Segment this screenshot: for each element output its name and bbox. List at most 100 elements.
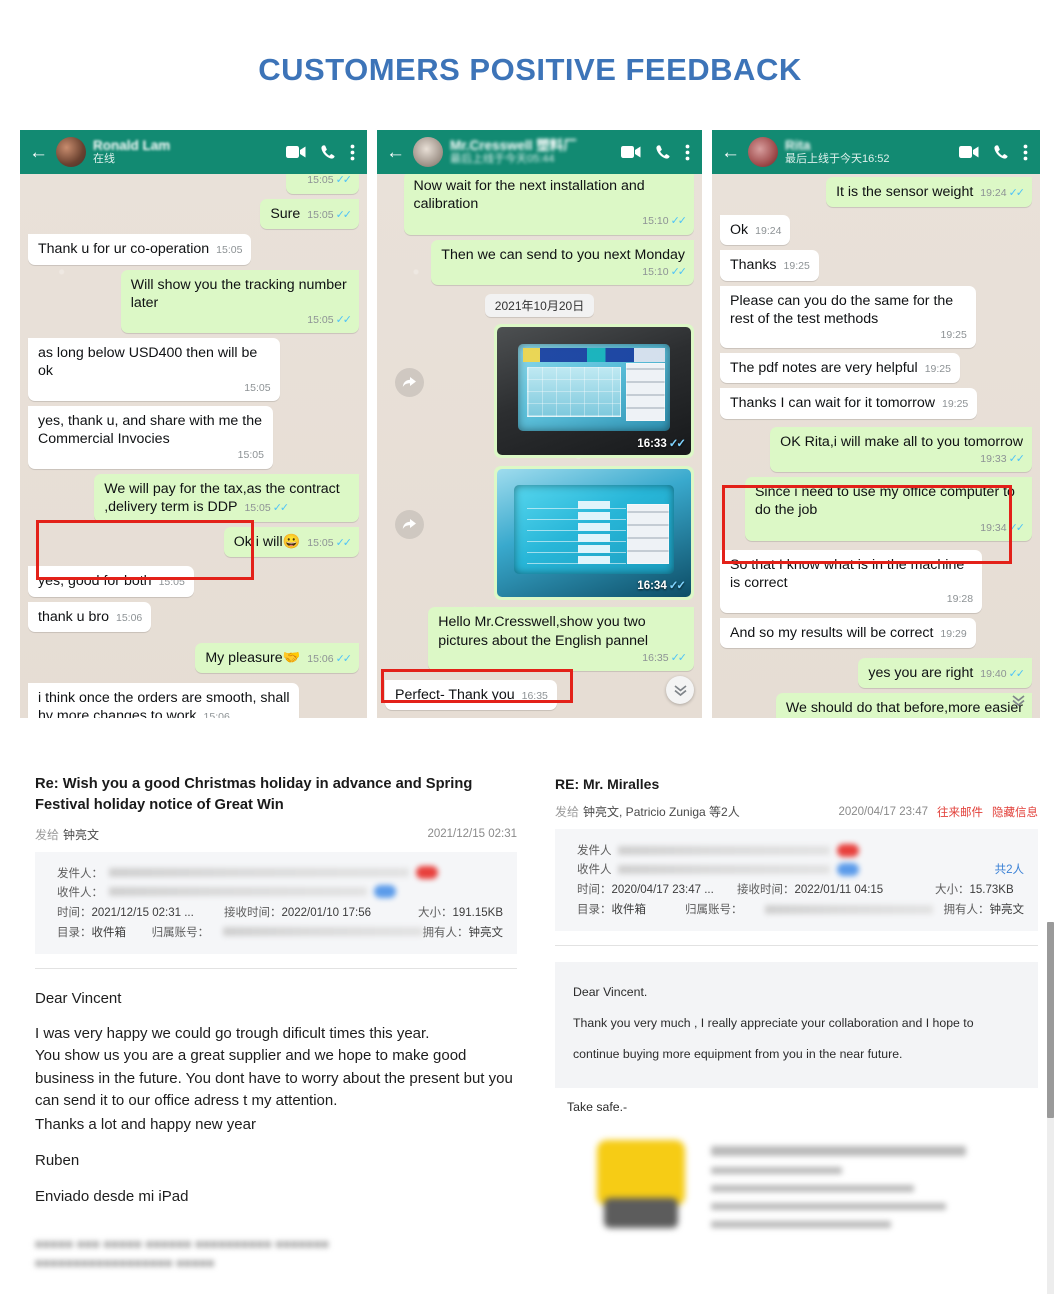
chat-bubble[interactable]: My pleasure🤝 15:06 ✓✓: [195, 642, 359, 673]
email-to-line: 发给 钟亮文, Patricio Zuniga 等2人 2020/04/17 23…: [555, 803, 1038, 820]
message-meta: 19:24: [755, 225, 782, 238]
image-message-bubble[interactable]: 16:33 ✓✓: [494, 324, 694, 459]
message-text: We will pay for the tax,as the contract …: [104, 480, 340, 516]
chat-bubble[interactable]: Perfect- Thank you 16:35: [385, 680, 557, 711]
chat-bubble[interactable]: thank u bro 15:06: [28, 601, 152, 632]
back-arrow-icon[interactable]: ←: [29, 143, 48, 162]
hide-info-link[interactable]: 隐藏信息: [992, 804, 1038, 820]
meta-label-owner: 拥有人：: [422, 926, 469, 939]
redacted-sender-address: [617, 845, 830, 855]
message-text: Thanks I can wait for it tomorrow: [730, 395, 935, 412]
recipients-count-link[interactable]: 共2人: [995, 861, 1024, 877]
chat-bubble[interactable]: Sure 15:05 ✓✓: [260, 199, 359, 230]
meta-value-time: 2021/12/15 02:31 ...: [91, 906, 194, 919]
image-message-bubble[interactable]: 16:34 ✓✓: [494, 466, 694, 601]
message-meta: 16:35 ✓✓: [642, 651, 687, 664]
email-to-line: 发给 钟亮文 2021/12/15 02:31: [35, 826, 517, 843]
chat-bubble[interactable]: It is the sensor weight 19:24 ✓✓: [826, 177, 1032, 208]
message-meta: 19:25: [942, 398, 969, 411]
redacted-recipient-address: [109, 887, 367, 897]
message-row: Thanks 19:25: [720, 250, 1032, 281]
chat-bubble[interactable]: yes you are right 19:40 ✓✓: [858, 657, 1032, 689]
overflow-menu-icon[interactable]: [1023, 144, 1028, 161]
chat-bubble[interactable]: OK Rita,i will make all to you tomorrow 1…: [770, 426, 1032, 473]
phone-call-icon[interactable]: [320, 144, 336, 160]
email-paragraph: Thank you very much , I really appreciat…: [573, 1016, 974, 1061]
chat-bubble[interactable]: 15:05 ✓✓: [286, 174, 359, 195]
message-row: Sure 15:05 ✓✓: [28, 199, 359, 230]
avatar[interactable]: [56, 137, 86, 167]
chat-message-list[interactable]: 15:05 ✓✓ Sure 15:05 ✓✓ Thank u for ur co-op…: [20, 174, 367, 718]
chat-bubble[interactable]: The pdf notes are very helpful 19:25: [720, 353, 960, 384]
back-arrow-icon[interactable]: ←: [386, 143, 405, 162]
phone-call-icon[interactable]: [655, 144, 671, 160]
email-panel-mr-miralles: RE: Mr. Miralles 发给 钟亮文, Patricio Zuniga …: [545, 762, 1060, 1300]
hmi-panel-photo[interactable]: 16:34 ✓✓: [497, 469, 691, 598]
redacted-sender-address: [109, 868, 409, 878]
hmi-panel-photo[interactable]: 16:33 ✓✓: [497, 327, 691, 456]
message-meta: 16:35: [521, 690, 548, 703]
avatar[interactable]: [748, 137, 778, 167]
overflow-menu-icon[interactable]: [350, 144, 355, 161]
chat-bubble[interactable]: i think once the orders are smooth, shal…: [28, 682, 300, 718]
chat-bubble[interactable]: And so my results will be correct 19:29: [720, 617, 976, 648]
divider: [35, 967, 517, 969]
chat-message-list[interactable]: It is the sensor weight 19:24 ✓✓ Ok 19:24 T…: [712, 174, 1040, 718]
thread-link[interactable]: 往来邮件: [937, 804, 983, 820]
meta-row-from: 发件人: [577, 842, 1024, 858]
chat-bubble[interactable]: yes, thank u, and share with me the Comm…: [28, 406, 273, 469]
overflow-menu-icon[interactable]: [685, 144, 690, 161]
chat-bubble[interactable]: Ok 19:24: [720, 215, 791, 246]
video-call-icon[interactable]: [959, 145, 979, 159]
message-text: yes, thank u, and share with me the Comm…: [38, 413, 262, 448]
avatar[interactable]: [413, 137, 443, 167]
chat-bubble[interactable]: Ok i will😀 15:05 ✓✓: [223, 527, 359, 558]
redacted-account: [222, 927, 423, 937]
company-logo-icon: [597, 1139, 685, 1228]
chat-bubble[interactable]: Please can you do the same for the rest …: [720, 285, 976, 349]
chat-bubble[interactable]: Since i need to use my office computer t…: [744, 477, 1032, 542]
chat-bubble[interactable]: Then we can send to you next Monday 15:10…: [431, 239, 694, 286]
email-body: Dear Vincent I was very happy we could g…: [35, 987, 517, 1209]
message-meta: 19:40 ✓✓: [980, 667, 1025, 680]
chevron-double-down-icon[interactable]: [1004, 686, 1032, 714]
chat-bubble[interactable]: as long below USD400 then will be ok 15:0…: [28, 338, 280, 402]
chat-bubble[interactable]: We should do that before,more easier19:4…: [775, 693, 1032, 718]
chat-bubble[interactable]: We will pay for the tax,as the contract …: [94, 473, 359, 523]
meta-row-times: 时间：2021/12/15 02:31 ... 接收时间：2022/01/10 …: [57, 904, 503, 920]
message-row: yes, thank u, and share with me the Comm…: [28, 406, 359, 469]
chat-bubble[interactable]: Thanks I can wait for it tomorrow 19:25: [720, 388, 978, 419]
meta-value-folder: 收件箱: [611, 904, 647, 917]
chat-bubble[interactable]: So that I know what is in the machine is…: [720, 550, 983, 613]
chat-message-list[interactable]: Now wait for the next installation and c…: [377, 174, 702, 718]
meta-row-folder: 目录：收件箱 归属账号： 拥有人：钟亮文: [57, 924, 503, 940]
divider: [555, 945, 1038, 947]
video-call-icon[interactable]: [286, 145, 306, 159]
chevron-double-down-icon[interactable]: [666, 676, 694, 704]
email-meta-card: 发件人 收件人 共2人 时间：2020/04/17 23:47 ... 接收时间…: [555, 829, 1038, 932]
message-text: Sure: [270, 206, 301, 223]
meta-value-time: 2020/04/17 23:47 ...: [611, 884, 714, 897]
message-text: Please can you do the same for the rest …: [730, 292, 954, 327]
email-to-label: 发给: [555, 805, 580, 820]
meta-value-owner: 钟亮文: [989, 904, 1025, 917]
back-arrow-icon[interactable]: ←: [721, 143, 740, 162]
scrollbar-thumb[interactable]: [1047, 922, 1054, 1118]
chat-bubble[interactable]: Now wait for the next installation and c…: [403, 174, 694, 235]
chat-bubble[interactable]: Will show you the tracking number later 1…: [120, 269, 359, 334]
message-meta: 15:05: [216, 244, 243, 257]
forward-arrow-icon[interactable]: [395, 368, 424, 398]
recipient-avatar-dot: [836, 862, 859, 876]
message-meta: 15:10 ✓✓: [642, 215, 687, 228]
phone-call-icon[interactable]: [993, 144, 1009, 160]
chat-bubble[interactable]: Thank u for ur co-operation 15:05: [28, 234, 252, 265]
page-title: CUSTOMERS POSITIVE FEEDBACK: [258, 52, 802, 87]
video-call-icon[interactable]: [621, 145, 641, 159]
message-meta: 15:10 ✓✓: [642, 265, 687, 278]
chat-bubble[interactable]: Thanks 19:25: [720, 250, 819, 281]
forward-arrow-icon[interactable]: [395, 510, 424, 540]
message-meta: 19:34 ✓✓: [980, 521, 1025, 534]
chat-bubble[interactable]: Hello Mr.Cresswell,show you two pictures…: [428, 607, 694, 672]
message-meta: 15:05 ✓✓: [307, 313, 352, 326]
chat-bubble[interactable]: yes, good for both 15:05: [28, 566, 194, 597]
